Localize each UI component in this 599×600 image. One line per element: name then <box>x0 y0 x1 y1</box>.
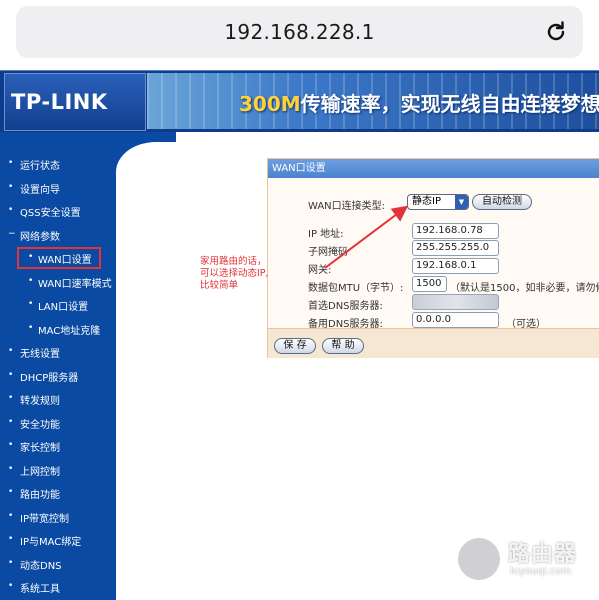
watermark-url: luyouqi.com <box>510 566 572 577</box>
sidebar-item-label: 运行状态 <box>20 161 60 172</box>
banner-slogan-text: 传输速率，实现无线自由连接梦想 <box>300 92 599 116</box>
sidebar-item[interactable]: • LAN口设置 <box>0 293 116 315</box>
banner-highlight: 300M <box>239 92 301 116</box>
sidebar-item-label: DHCP服务器 <box>20 372 79 384</box>
bullet-icon: • <box>8 158 14 168</box>
sidebar-item-label: IP与MAC绑定 <box>20 537 82 548</box>
sidebar-item[interactable]: • QSS安全设置 <box>0 199 116 221</box>
sidebar-item[interactable]: • 转发规则 <box>0 387 116 409</box>
tp-link-logo: TP-LINK <box>11 90 108 114</box>
header-banner: 300M传输速率，实现无线自由连接梦想 <box>147 73 599 129</box>
save-button[interactable]: 保 存 <box>274 338 316 354</box>
conn-type-value: 静态IP <box>412 196 441 207</box>
bullet-icon: • <box>8 205 14 215</box>
sidebar-item[interactable]: • MAC地址克隆 <box>0 317 116 339</box>
sidebar-item-label: 家长控制 <box>20 443 60 454</box>
sidebar-item-label: 转发规则 <box>20 396 60 407</box>
sidebar-item-label: 上网控制 <box>20 466 60 478</box>
bullet-icon: • <box>8 557 14 568</box>
sidebar-item[interactable]: • IP与MAC绑定 <box>0 528 116 550</box>
router-header: TP-LINK 300M传输速率，实现无线自由连接梦想 <box>0 70 599 133</box>
address-bar[interactable]: 192.168.228.1 <box>16 6 583 58</box>
ip-address-field[interactable]: 192.168.0.78 <box>412 223 499 239</box>
sidebar-item-label: WAN口速率模式 <box>38 278 112 290</box>
sidebar-item-label: 系统工具 <box>20 584 60 595</box>
bullet-icon: • <box>8 181 14 192</box>
bullet-icon: • <box>8 463 14 474</box>
bullet-icon: • <box>28 275 34 286</box>
sidebar-item-label: 无线设置 <box>20 349 60 360</box>
mask-label: 子网掩码 <box>308 247 348 258</box>
ip-label: IP 地址: <box>308 229 344 240</box>
sidebar-item[interactable]: • 上网控制 <box>0 458 116 480</box>
secondary-dns-label: 备用DNS服务器: <box>308 319 383 330</box>
sidebar-item[interactable]: • 运行状态 <box>0 152 116 174</box>
sidebar-item[interactable]: • IP带宽控制 <box>0 505 116 527</box>
panel-title: WAN口设置 <box>268 159 599 178</box>
sidebar-item[interactable]: • 系统工具 <box>0 575 116 597</box>
watermark: 路由器 luyouqi.com <box>458 534 588 586</box>
secondary-dns-field[interactable]: 0.0.0.0 <box>412 312 499 328</box>
browser-toolbar: 192.168.228.1 <box>0 0 599 70</box>
bullet-icon: • <box>8 510 14 521</box>
selected-item-highlight-box <box>17 247 101 269</box>
bullet-icon: • <box>8 346 14 356</box>
banner-slogan: 300M传输速率，实现无线自由连接梦想 <box>239 88 599 117</box>
bullet-icon: • <box>8 581 14 591</box>
sidebar-item[interactable]: • DHCP服务器 <box>0 364 116 386</box>
sidebar-item-label: MAC地址克隆 <box>38 325 101 337</box>
bullet-icon: • <box>8 369 14 380</box>
gateway-label: 网关: <box>308 265 332 276</box>
bullet-icon: • <box>8 534 14 544</box>
primary-dns-label: 首选DNS服务器: <box>308 301 383 312</box>
bullet-icon: • <box>8 487 14 497</box>
sidebar-item[interactable]: • 动态DNS <box>0 552 116 574</box>
annotation-line: 可以选择动态IP, <box>200 268 269 279</box>
sidebar-item[interactable]: • 路由功能 <box>0 481 116 503</box>
mtu-label: 数据包MTU（字节）: <box>308 283 404 294</box>
subnet-mask-field[interactable]: 255.255.255.0 <box>412 240 499 256</box>
conn-type-label: WAN口连接类型: <box>308 201 386 212</box>
url-text[interactable]: 192.168.228.1 <box>16 20 583 44</box>
sidebar-item[interactable]: • 家长控制 <box>0 434 116 456</box>
sidebar-item-label: 动态DNS <box>20 560 62 572</box>
sidebar-menu: • 运行状态 • 设置向导 • QSS安全设置 − 网络参数 • WAN口设置 • WAN口速率模式 •… <box>0 132 116 600</box>
sidebar-item[interactable]: • 无线设置 <box>0 340 116 362</box>
annotation-line: 家用路由的话， <box>200 256 267 267</box>
auto-detect-button[interactable]: 自动检测 <box>472 194 532 210</box>
sidebar-item-label: 安全功能 <box>20 419 60 431</box>
sidebar-item-label: 设置向导 <box>20 184 60 196</box>
sidebar-item[interactable]: • 设置向导 <box>0 176 116 198</box>
sidebar-item[interactable]: • 安全功能 <box>0 411 116 433</box>
sidebar-item[interactable]: − 网络参数 <box>0 223 116 245</box>
mtu-note: （默认是1500，如非必要，请勿修 <box>450 283 599 294</box>
sidebar-item-label: LAN口设置 <box>38 302 89 313</box>
help-button[interactable]: 帮 助 <box>322 338 364 354</box>
gateway-field[interactable]: 192.168.0.1 <box>412 258 499 274</box>
conn-type-select[interactable]: 静态IP ▼ <box>407 194 469 210</box>
logo-container: TP-LINK <box>4 73 146 131</box>
bullet-icon: • <box>8 393 14 403</box>
reload-icon[interactable] <box>543 19 569 45</box>
secondary-dns-note: （可选） <box>506 319 546 330</box>
watermark-logo-icon <box>458 538 500 580</box>
mtu-field[interactable]: 1500 <box>412 276 447 292</box>
sidebar-item-label: IP带宽控制 <box>20 513 69 525</box>
chevron-down-icon: ▼ <box>455 195 468 209</box>
watermark-title: 路由器 <box>508 542 578 567</box>
sidebar-item[interactable]: • WAN口速率模式 <box>0 270 116 292</box>
bullet-icon: • <box>8 416 14 427</box>
bullet-icon: • <box>28 299 34 309</box>
collapse-icon: − <box>8 228 16 239</box>
sidebar-item-label: QSS安全设置 <box>20 208 81 219</box>
sidebar-item-label: 网络参数 <box>20 231 60 243</box>
annotation-line: 比较简单 <box>200 280 239 291</box>
bullet-icon: • <box>28 322 34 333</box>
primary-dns-field[interactable] <box>412 294 499 310</box>
annotation-note: 家用路由的话， 可以选择动态IP, 比较简单 <box>200 256 269 292</box>
bullet-icon: • <box>8 440 14 450</box>
panel-footer <box>268 328 599 358</box>
sidebar-item-label: 路由功能 <box>20 490 60 501</box>
